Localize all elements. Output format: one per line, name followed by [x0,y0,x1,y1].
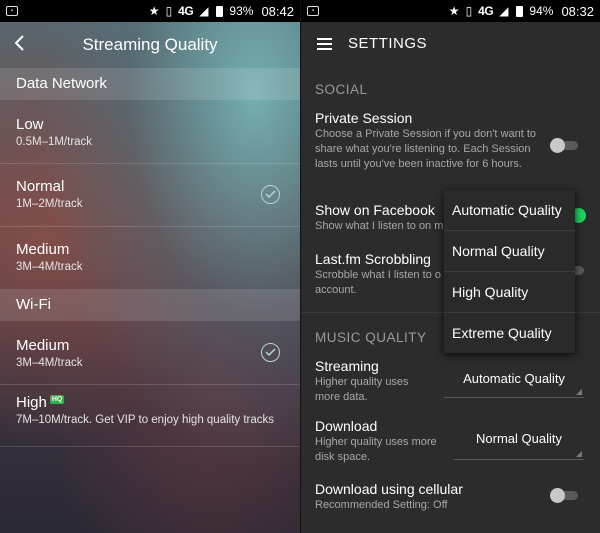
check-icon [261,185,280,204]
option-size: 3M–4M/track [16,261,83,273]
setting-name: Download [315,418,378,434]
section-wifi: Wi-Fi [0,289,300,321]
network-type: 4G [178,4,194,18]
streaming-quality-select[interactable]: Automatic Quality [444,368,584,398]
setting-desc: Scrobble what I listen to o [315,269,441,281]
option-size: 1M–2M/track [16,198,83,210]
divider [0,226,300,227]
setting-name: Last.fm Scrobbling [315,251,431,267]
dropdown-option-normal[interactable]: Normal Quality [444,231,575,271]
vibrate-icon: ▯ [465,4,473,18]
streaming-setting: Streaming Higher quality uses more data. [315,358,430,405]
battery-icon [216,5,224,17]
section-data-network: Data Network [0,68,300,100]
setting-name: Streaming [315,358,379,374]
vibrate-icon: ▯ [165,4,173,18]
battery-icon [516,5,524,17]
setting-desc: Higher quality uses more data. [315,376,409,403]
option-wifi-high[interactable]: High HQ 7M–10M/track. Get VIP to enjoy hi… [0,394,280,426]
hq-badge: HQ [49,395,65,404]
setting-desc: Recommended Setting: Off [315,499,448,511]
settings-screen: ▪ ★ ▯ 4G ◢ 94% 08:32 SETTINGS SOCIAL Pri… [300,0,600,533]
option-wifi-medium[interactable]: Medium 3M–4M/track [0,337,300,369]
private-session-toggle[interactable] [550,138,580,153]
section-music-quality: MUSIC QUALITY [315,330,427,345]
option-low[interactable]: Low 0.5M–1M/track [0,116,300,148]
setting-name: Private Session [315,110,413,126]
clock: 08:32 [561,3,594,19]
option-name: Medium [16,241,70,258]
option-name: Low [16,116,44,133]
notification-app-icon: ▪ [307,6,319,16]
section-social: SOCIAL [315,82,368,97]
signal-icon: ◢ [499,4,509,18]
download-setting: Download Higher quality uses more disk s… [315,418,450,465]
star-icon: ★ [448,4,460,18]
divider [0,446,300,447]
setting-desc-line2: account. [315,284,357,296]
back-arrow-icon[interactable] [12,32,32,56]
page-header: Streaming Quality [0,22,300,67]
dropdown-option-extreme[interactable]: Extreme Quality [444,313,575,353]
option-size: 0.5M–1M/track [16,136,93,148]
private-session-setting: Private Session Choose a Private Session… [315,110,550,172]
quality-dropdown-menu: Automatic Quality Normal Quality High Qu… [444,190,575,353]
divider [0,163,300,164]
page-title: SETTINGS [348,35,428,52]
notification-app-icon: ▪ [6,6,18,16]
battery-percent: 93% [229,4,254,18]
option-medium[interactable]: Medium 3M–4M/track [0,241,300,273]
divider [0,384,300,385]
setting-name: Show on Facebook [315,202,435,218]
streaming-quality-screen: ▪ ★ ▯ 4G ◢ 93% 08:42 Streaming Quality D… [0,0,300,533]
settings-header: SETTINGS [301,22,600,66]
option-normal[interactable]: Normal 1M–2M/track [0,178,300,210]
option-size: 7M–10M/track. Get VIP to enjoy high qual… [16,414,275,426]
option-name: Medium [16,337,70,354]
cellular-download-toggle[interactable] [550,488,580,503]
facebook-setting: Show on Facebook Show what I listen to o… [315,202,445,234]
setting-desc: Choose a Private Session if you don't wa… [315,128,537,170]
dropdown-option-high[interactable]: High Quality [444,272,575,312]
selected-value: Normal Quality [476,431,562,446]
signal-icon: ◢ [199,4,209,18]
status-bar: ▪ ★ ▯ 4G ◢ 94% 08:32 [301,0,600,22]
setting-desc: Show what I listen to on m [315,220,444,232]
option-name: High [16,394,47,411]
hamburger-menu-icon[interactable] [317,38,332,50]
lastfm-setting: Last.fm Scrobbling Scrobble what I liste… [315,251,445,298]
download-quality-select[interactable]: Normal Quality [454,428,584,460]
star-icon: ★ [148,4,160,18]
selected-value: Automatic Quality [463,371,565,386]
page-title: Streaming Quality [82,34,218,54]
battery-percent: 94% [529,4,554,18]
dropdown-option-automatic[interactable]: Automatic Quality [444,190,575,230]
clock: 08:42 [261,3,294,19]
option-name: Normal [16,178,65,195]
status-bar: ▪ ★ ▯ 4G ◢ 93% 08:42 [0,0,300,22]
setting-name: Download using cellular [315,481,463,497]
network-type: 4G [478,4,494,18]
option-size: 3M–4M/track [16,357,83,369]
check-icon [261,343,280,362]
cellular-download-setting: Download using cellular Recommended Sett… [315,481,545,513]
setting-desc: Higher quality uses more disk space. [315,436,437,463]
